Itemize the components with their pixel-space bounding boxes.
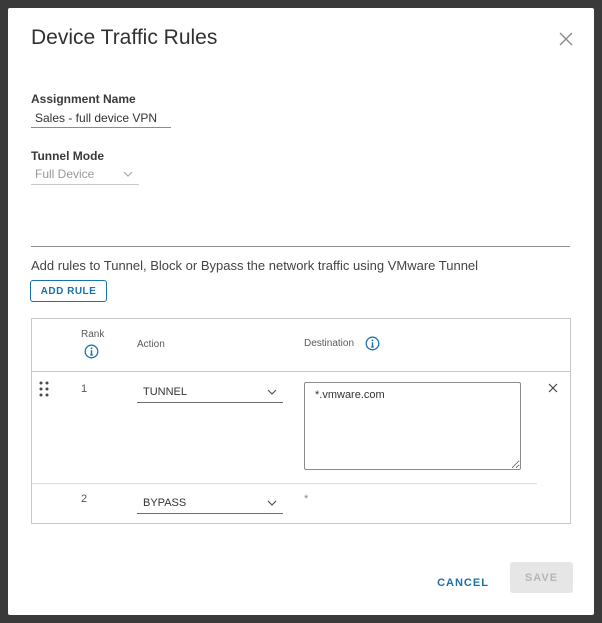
section-divider: [31, 246, 570, 247]
chevron-down-icon: [267, 389, 277, 395]
action-select[interactable]: BYPASS: [137, 494, 283, 514]
table-header: Rank Action Destination: [32, 319, 570, 372]
rank-value: 1: [81, 383, 88, 395]
action-value: BYPASS: [143, 497, 187, 509]
action-header: Action: [137, 339, 165, 350]
assignment-name-label: Assignment Name: [31, 92, 136, 106]
tunnel-mode-label: Tunnel Mode: [31, 149, 105, 163]
assignment-name-input[interactable]: [31, 108, 171, 128]
row-divider: [32, 483, 537, 484]
destination-textarea[interactable]: *.vmware.com: [304, 382, 521, 470]
chevron-down-icon: [267, 500, 277, 506]
destination-header: Destination: [304, 338, 355, 349]
remove-rule-icon[interactable]: [548, 383, 558, 393]
rank-header: Rank: [81, 329, 105, 340]
rank-value: 2: [81, 493, 88, 505]
modal-title: Device Traffic Rules: [31, 26, 218, 49]
save-button: SAVE: [510, 562, 573, 593]
add-rule-button[interactable]: ADD RULE: [30, 280, 107, 302]
rules-table: Rank Action Destination 1 TUNNEL *.vmwar…: [31, 318, 571, 524]
action-value: TUNNEL: [143, 386, 188, 398]
destination-value: *: [304, 493, 309, 505]
info-icon[interactable]: [365, 336, 380, 351]
helper-text: Add rules to Tunnel, Block or Bypass the…: [31, 258, 479, 273]
device-traffic-rules-modal: Device Traffic Rules Assignment Name Tun…: [8, 8, 594, 615]
action-select[interactable]: TUNNEL: [137, 383, 283, 403]
close-icon[interactable]: [557, 30, 575, 48]
tunnel-mode-select: Full Device: [31, 165, 139, 185]
drag-handle-icon[interactable]: [39, 381, 49, 397]
chevron-down-icon: [123, 171, 133, 177]
tunnel-mode-value: Full Device: [35, 167, 95, 181]
info-icon[interactable]: [84, 344, 99, 359]
cancel-button[interactable]: CANCEL: [430, 569, 496, 597]
